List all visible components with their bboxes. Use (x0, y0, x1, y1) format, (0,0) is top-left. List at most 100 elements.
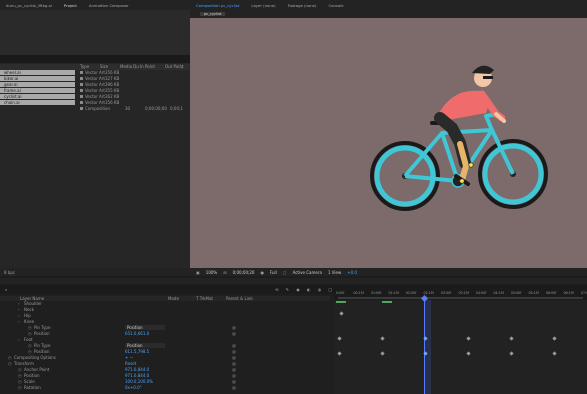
twirl-arrow-icon[interactable]: ◷ (28, 331, 32, 336)
project-item[interactable]: chain.ai Vector Art 356 KB (0, 100, 190, 106)
layer-property-row[interactable]: ◷ Scale 100.0,100.0% @ (0, 379, 334, 385)
keyframe[interactable] (337, 336, 342, 341)
keyframe[interactable] (509, 336, 514, 341)
resolution-dropdown[interactable]: Full (270, 270, 277, 275)
property-value[interactable]: 971.0,844.0 (125, 367, 149, 372)
twirl-arrow-icon[interactable]: ◷ (8, 361, 12, 366)
composition-tab[interactable]: Composition pc_cyclist (190, 3, 245, 8)
twirl-arrow-icon[interactable]: › (18, 313, 20, 318)
timecode-display[interactable]: 0;00;00;20 (233, 270, 255, 275)
camera-dropdown[interactable]: Active Camera (293, 270, 322, 275)
animation-composer-tab[interactable]: Animation Composer (83, 3, 135, 8)
twirl-arrow-icon[interactable]: › (18, 337, 20, 342)
keyframe[interactable] (552, 336, 557, 341)
pickwhip-icon[interactable]: @ (232, 355, 236, 360)
bpc-label[interactable]: 8 bpc (4, 270, 15, 275)
twirl-arrow-icon[interactable]: ◷ (18, 385, 22, 390)
keyframe[interactable] (380, 351, 385, 356)
twirl-arrow-icon[interactable]: ◷ (28, 349, 32, 354)
column-size[interactable]: Size (100, 64, 120, 69)
keyframe[interactable] (466, 351, 471, 356)
property-value[interactable]: Reset (125, 361, 136, 366)
project-item[interactable]: cyclist.ai Vector Art 362 KB (0, 94, 190, 100)
pickwhip-icon[interactable]: @ (232, 361, 236, 366)
layer-property-row[interactable]: › Hip (0, 313, 334, 319)
zoom-dropdown[interactable]: 100% (206, 270, 217, 275)
layer-property-row[interactable]: ◷ Position 971.0,844.0 @ (0, 373, 334, 379)
layer-property-row[interactable]: ◷ Transform Reset @ (0, 361, 334, 367)
project-search-bar[interactable] (0, 55, 190, 63)
time-ruler[interactable]: 0:00f 00:15f 01:00f 01:15f 02:00f 02:15f 03:00… (334, 290, 587, 300)
property-value[interactable]: 611.5,798.5 (125, 349, 149, 354)
project-item[interactable]: Composition 30 0;00;00;00 0;00;1 (0, 106, 190, 112)
keyframe[interactable] (380, 336, 385, 341)
pickwhip-icon[interactable]: @ (232, 379, 236, 384)
twirl-arrow-icon[interactable]: ◷ (18, 373, 22, 378)
project-item[interactable]: gear.ai Vector Art 396 KB (0, 82, 190, 88)
property-dropdown[interactable]: Position (125, 325, 165, 331)
grid-icon[interactable]: ⊞ (223, 270, 226, 275)
twirl-arrow-icon[interactable]: ◷ (28, 325, 32, 330)
layer-tab[interactable]: Layer (none) (245, 3, 281, 8)
project-file-tab[interactable]: dunu_pc_cyclist_liftkg.ai (0, 3, 58, 8)
console-tab[interactable]: Console (322, 3, 349, 8)
property-value[interactable]: + — (125, 355, 134, 360)
keyframe[interactable] (509, 351, 514, 356)
property-value[interactable]: 971.0,844.0 (125, 373, 149, 378)
keyframe-area[interactable] (334, 294, 587, 394)
snapshot-icon[interactable]: ▣ (196, 270, 200, 275)
search-icon[interactable]: ⌕ (5, 287, 7, 292)
footage-tab[interactable]: Footage (none) (282, 3, 323, 8)
timeline-switches[interactable]: ⟲ ✎ ◉ ◐ ◍ ▢ (275, 287, 335, 292)
comp-subtab[interactable]: pc_cyclist (200, 12, 226, 16)
layer-property-row[interactable]: › Shoulder (0, 301, 334, 307)
keyframe[interactable] (339, 311, 344, 316)
column-in-point[interactable]: In Point (140, 64, 165, 69)
pickwhip-icon[interactable]: @ (232, 367, 236, 372)
twirl-arrow-icon[interactable]: ◷ (18, 379, 22, 384)
pickwhip-icon[interactable]: @ (232, 373, 236, 378)
composition-canvas[interactable] (190, 18, 587, 268)
pickwhip-icon[interactable]: @ (232, 343, 236, 348)
column-type[interactable]: Type (80, 64, 100, 69)
pickwhip-icon[interactable]: @ (232, 325, 236, 330)
property-value[interactable]: 0x+0.0° (125, 385, 142, 390)
twirl-arrow-icon[interactable]: › (18, 319, 20, 324)
layer-property-row[interactable]: ◷ Pin Type Position @ (0, 343, 334, 349)
property-dropdown[interactable]: Position (125, 343, 165, 349)
project-item[interactable]: wheel.ai Vector Art 356 KB (0, 70, 190, 76)
pickwhip-icon[interactable]: @ (232, 349, 236, 354)
layer-property-row[interactable]: ◷ Anchor Point 971.0,844.0 @ (0, 367, 334, 373)
layer-property-row[interactable]: › Knee (0, 319, 334, 325)
layer-property-row[interactable]: › Foot (0, 337, 334, 343)
twirl-arrow-icon[interactable]: ◷ (28, 343, 32, 348)
project-item[interactable]: biker.ai Vector Art 327 KB (0, 76, 190, 82)
twirl-arrow-icon[interactable]: › (18, 301, 20, 306)
camera-icon[interactable]: ● (260, 270, 264, 275)
keyframe[interactable] (337, 351, 342, 356)
keyframe[interactable] (552, 351, 557, 356)
view-layout-dropdown[interactable]: 1 View (328, 270, 341, 275)
layer-property-row[interactable]: ◷ Rotation 0x+0.0° @ (0, 385, 334, 391)
layer-property-row[interactable]: ◷ Position 651.0,661.0 @ (0, 331, 334, 337)
project-item[interactable]: frame.ai Vector Art 355 KB (0, 88, 190, 94)
work-area-bar[interactable] (338, 297, 583, 299)
exposure-value[interactable]: +0.0 (347, 270, 357, 275)
twirl-arrow-icon[interactable]: ◷ (8, 355, 12, 360)
layer-property-row[interactable]: ◷ Position 611.5,798.5 @ (0, 349, 334, 355)
property-value[interactable]: 651.0,661.0 (125, 331, 149, 336)
layer-property-row[interactable]: ◷ Pin Type Position @ (0, 325, 334, 331)
keyframe[interactable] (466, 336, 471, 341)
property-value[interactable]: 100.0,100.0% (125, 379, 153, 384)
region-icon[interactable]: ▢ (283, 270, 287, 275)
column-settings-icon[interactable]: ⛶ (180, 64, 183, 69)
timeline-search-input[interactable] (12, 286, 272, 292)
layer-property-row[interactable]: ◷ Compositing Options + — @ (0, 355, 334, 361)
layer-property-row[interactable]: › Neck (0, 307, 334, 313)
twirl-arrow-icon[interactable]: ◷ (18, 367, 22, 372)
column-out-point[interactable]: Out Point (165, 64, 183, 69)
current-time-indicator[interactable] (424, 300, 431, 394)
pickwhip-icon[interactable]: @ (232, 385, 236, 390)
pickwhip-icon[interactable]: @ (232, 331, 236, 336)
column-media-duration[interactable]: Media Du (120, 64, 140, 69)
